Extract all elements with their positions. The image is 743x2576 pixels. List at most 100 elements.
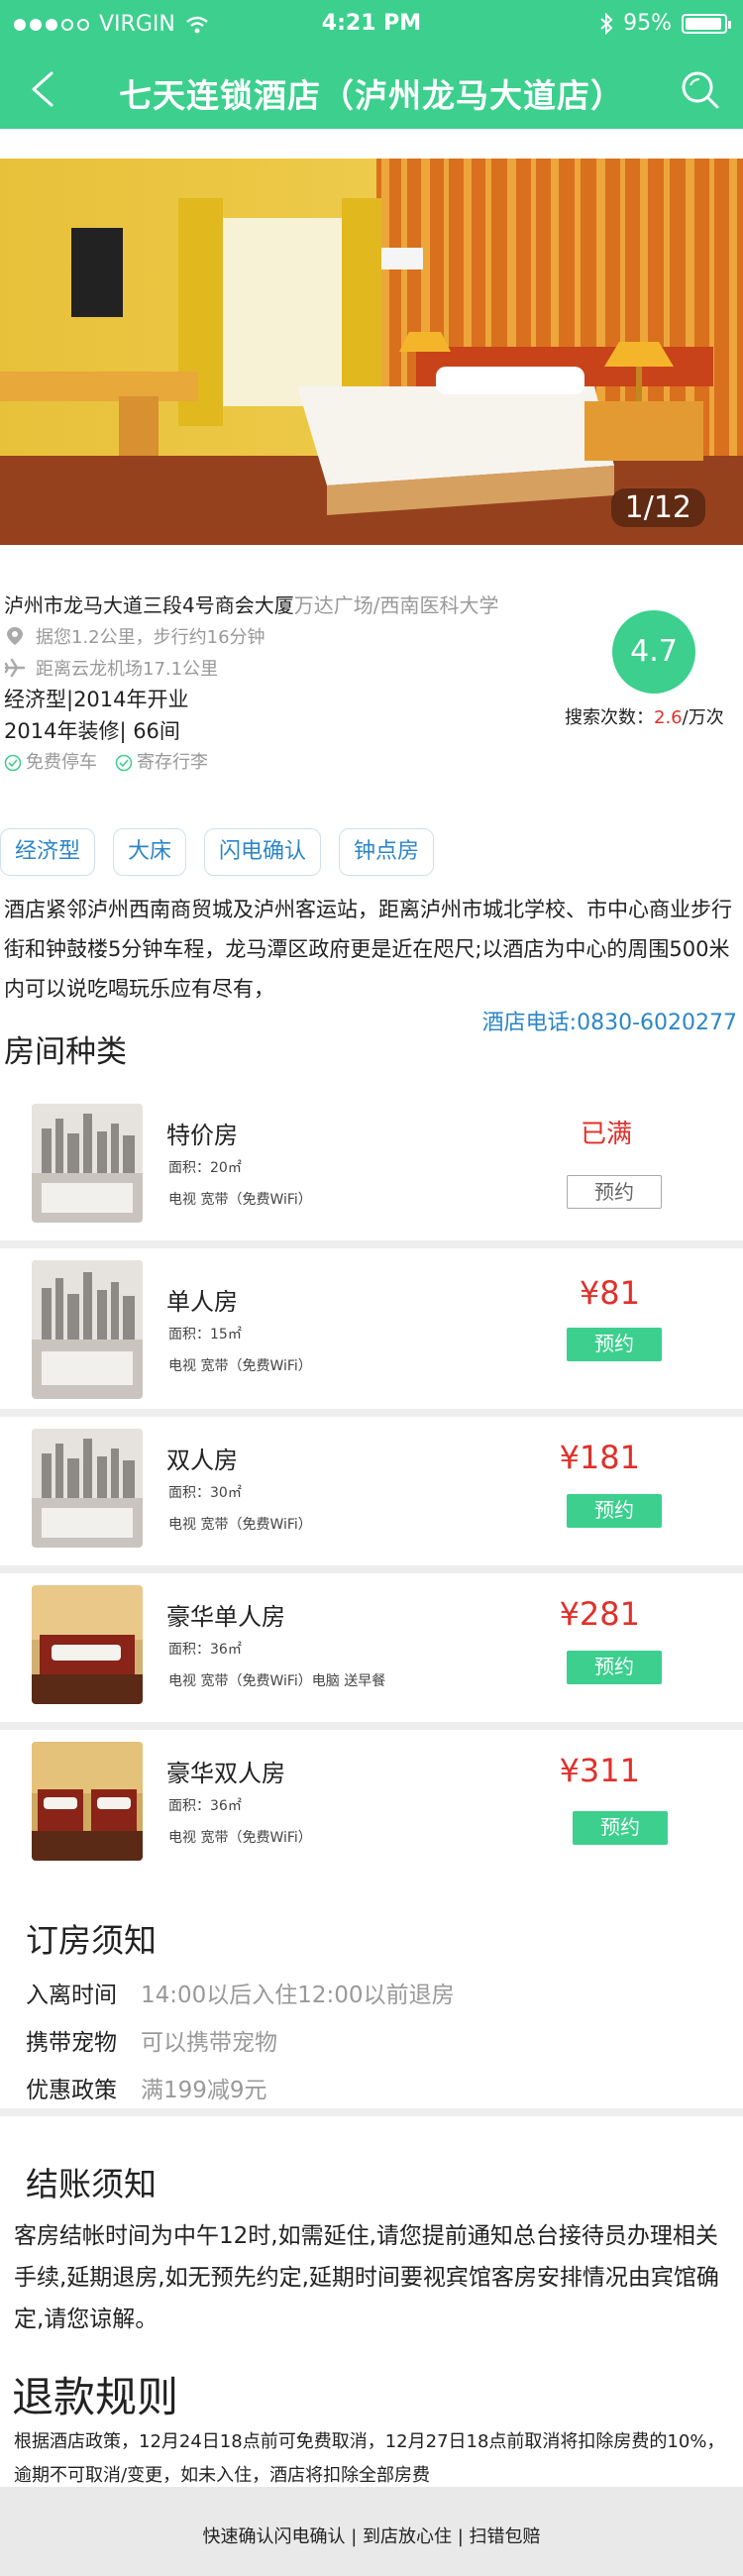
feature-parking: 免费停车: [4, 747, 97, 779]
search-count-label: 搜索次数：: [565, 707, 654, 728]
room-name: 双人房: [166, 1447, 238, 1474]
book-button[interactable]: 预约: [567, 1651, 662, 1684]
bluetooth-icon: [600, 12, 613, 35]
room-area: 面积：36㎡: [168, 1642, 242, 1658]
room-name: 特价房: [166, 1122, 238, 1149]
check-circle-icon: [115, 754, 133, 772]
room-thumbnail: [32, 1585, 143, 1704]
room-item[interactable]: 单人房 面积：15㎡ 电视 宽带（免费WiFi） ¥81 预约: [0, 1248, 743, 1417]
footer-instant-confirm[interactable]: 快速确认闪电确认: [202, 2526, 345, 2547]
section-divider: [0, 2108, 743, 2116]
refund-rules-title: 退款规则: [12, 2373, 179, 2421]
rooms-section-title: 房间种类: [4, 1034, 127, 1070]
promo-label: 优惠政策: [26, 2078, 117, 2103]
room-item[interactable]: 豪华双人房 面积：36㎡ 电视 宽带（免费WiFi） ¥311 预约: [0, 1730, 743, 1886]
footer-separator: |: [351, 2526, 363, 2547]
feature-luggage: 寄存行李: [115, 747, 208, 779]
room-price: ¥181: [559, 1439, 640, 1476]
room-area: 面积：36㎡: [168, 1798, 242, 1814]
search-icon[interactable]: [678, 67, 721, 111]
promo-value: 满199减9元: [141, 2078, 267, 2103]
hotel-room-photo: [0, 159, 743, 545]
tag-instant-confirm[interactable]: 闪电确认: [204, 828, 322, 876]
nav-bar: 七天连锁酒店（泸州龙马大道店）: [0, 48, 743, 129]
booking-notice: 入离时间 14:00以后入住12:00以前退房 携带宠物 可以携带宠物 优惠政策…: [26, 1972, 719, 2114]
booking-notice-title: 订房须知: [26, 1921, 157, 1960]
room-full-status: 已满: [580, 1120, 632, 1149]
address-sub: 万达广场/西南医科大学: [293, 593, 499, 617]
pets-label: 携带宠物: [26, 2030, 117, 2056]
feature-parking-label: 免费停车: [26, 752, 97, 773]
footer-separator: |: [457, 2526, 470, 2547]
rating-score-badge: 4.7: [612, 610, 695, 694]
distance-airport-row: 距离云龙机场17.1公里: [4, 652, 555, 684]
hotel-renovation: 2014年装修| 66间: [4, 719, 180, 743]
airplane-icon: [4, 658, 26, 678]
room-amenities: 电视 宽带（免费WiFi）: [168, 1517, 312, 1533]
room-name: 单人房: [166, 1288, 238, 1316]
room-area: 面积：30㎡: [168, 1485, 242, 1501]
footer-stay-assured[interactable]: 到店放心住: [363, 2526, 452, 2547]
tag-economy[interactable]: 经济型: [0, 828, 96, 876]
battery-icon: [682, 13, 731, 34]
room-amenities: 电视 宽带（免费WiFi）: [168, 1830, 312, 1846]
room-amenities: 电视 宽带（免费WiFi）: [168, 1358, 312, 1374]
page-title: 七天连锁酒店（泸州龙马大道店）: [119, 76, 624, 115]
hotel-info: 泸州市龙马大道三段4号商会大厦万达广场/西南医科大学 据您1.2公里，步行约16…: [0, 590, 555, 779]
status-bar: VIRGIN 4:21 PM 95%: [0, 0, 743, 48]
checkout-notice-text: 客房结帐时间为中午12时,如需延住,请您提前通知总台接待员办理相关手续,延期退房…: [14, 2223, 719, 2332]
pets-row: 携带宠物 可以携带宠物: [26, 2019, 719, 2067]
footer-guarantee-bar: 快速确认闪电确认 | 到店放心住 | 扫错包赔: [0, 2487, 743, 2576]
room-thumbnail: [32, 1429, 143, 1548]
tag-king-bed[interactable]: 大床: [113, 828, 187, 876]
footer-wrong-scan-compensation[interactable]: 扫错包赔: [470, 2526, 541, 2547]
search-count-value: 2.6: [654, 707, 683, 728]
search-count-unit: /万次: [682, 707, 724, 728]
gallery-counter: 1/12: [610, 488, 705, 527]
pets-value: 可以携带宠物: [141, 2030, 277, 2056]
distance-walk-row: 据您1.2公里，步行约16分钟: [4, 620, 555, 652]
room-list: 特价房 面积：20㎡ 电视 宽带（免费WiFi） 已满 预约 单人房 面积：15…: [0, 1092, 743, 1886]
room-price: ¥281: [559, 1595, 640, 1633]
book-button[interactable]: 预约: [573, 1811, 668, 1845]
distance-walk: 据您1.2公里，步行约16分钟: [36, 627, 265, 648]
promo-row: 优惠政策 满199减9元: [26, 2067, 719, 2114]
room-price: ¥311: [559, 1752, 640, 1789]
hotel-photo-gallery[interactable]: 1/12: [0, 159, 743, 545]
location-pin-icon: [7, 627, 23, 645]
book-button[interactable]: 预约: [567, 1175, 662, 1209]
check-circle-icon: [4, 754, 22, 772]
search-count: 搜索次数：2.6/万次: [565, 703, 724, 729]
book-button[interactable]: 预约: [567, 1328, 662, 1361]
room-amenities: 电视 宽带（免费WiFi）: [168, 1192, 312, 1208]
hotel-tags: 经济型 大床 闪电确认 钟点房: [0, 828, 435, 876]
checkin-value: 14:00以后入住12:00以前退房: [141, 1983, 455, 2008]
checkin-row: 入离时间 14:00以后入住12:00以前退房: [26, 1972, 719, 2019]
checkin-label: 入离时间: [26, 1983, 117, 2008]
hotel-description: 酒店紧邻泸州西南商贸城及泸州客运站，距离泸州市城北学校、市中心商业步行街和钟鼓楼…: [4, 898, 732, 1001]
feature-luggage-label: 寄存行李: [137, 752, 208, 773]
distance-airport: 距离云龙机场17.1公里: [36, 659, 219, 680]
room-item[interactable]: 双人房 面积：30㎡ 电视 宽带（免费WiFi） ¥181 预约: [0, 1417, 743, 1573]
battery-percent: 95%: [623, 11, 672, 36]
room-item[interactable]: 特价房 面积：20㎡ 电视 宽带（免费WiFi） 已满 预约: [0, 1092, 743, 1248]
tag-hourly-room[interactable]: 钟点房: [339, 828, 435, 876]
refund-rules-text: 根据酒店政策，12月24日18点前可免费取消，12月27日18点前取消将扣除房费…: [14, 2431, 725, 2486]
room-price: ¥81: [579, 1274, 640, 1312]
book-button[interactable]: 预约: [567, 1494, 662, 1528]
room-name: 豪华单人房: [166, 1603, 285, 1631]
room-item[interactable]: 豪华单人房 面积：36㎡ 电视 宽带（免费WiFi）电脑 送早餐 ¥281 预约: [0, 1573, 743, 1730]
room-name: 豪华双人房: [166, 1760, 285, 1787]
hotel-category: 经济型|2014年开业: [4, 688, 189, 711]
hotel-phone-link[interactable]: 酒店电话:0830-6020277: [482, 1005, 737, 1036]
room-area: 面积：15㎡: [168, 1327, 242, 1342]
room-thumbnail: [32, 1260, 143, 1399]
hotel-features: 免费停车 寄存行李: [4, 747, 555, 779]
room-area: 面积：20㎡: [168, 1160, 242, 1176]
room-thumbnail: [32, 1742, 143, 1861]
room-amenities: 电视 宽带（免费WiFi）电脑 送早餐: [168, 1673, 386, 1689]
hotel-address: 泸州市龙马大道三段4号商会大厦万达广场/西南医科大学: [4, 590, 555, 620]
address-main: 泸州市龙马大道三段4号商会大厦: [4, 593, 294, 617]
room-thumbnail: [32, 1104, 143, 1223]
checkout-notice-title: 结账须知: [26, 2165, 157, 2203]
